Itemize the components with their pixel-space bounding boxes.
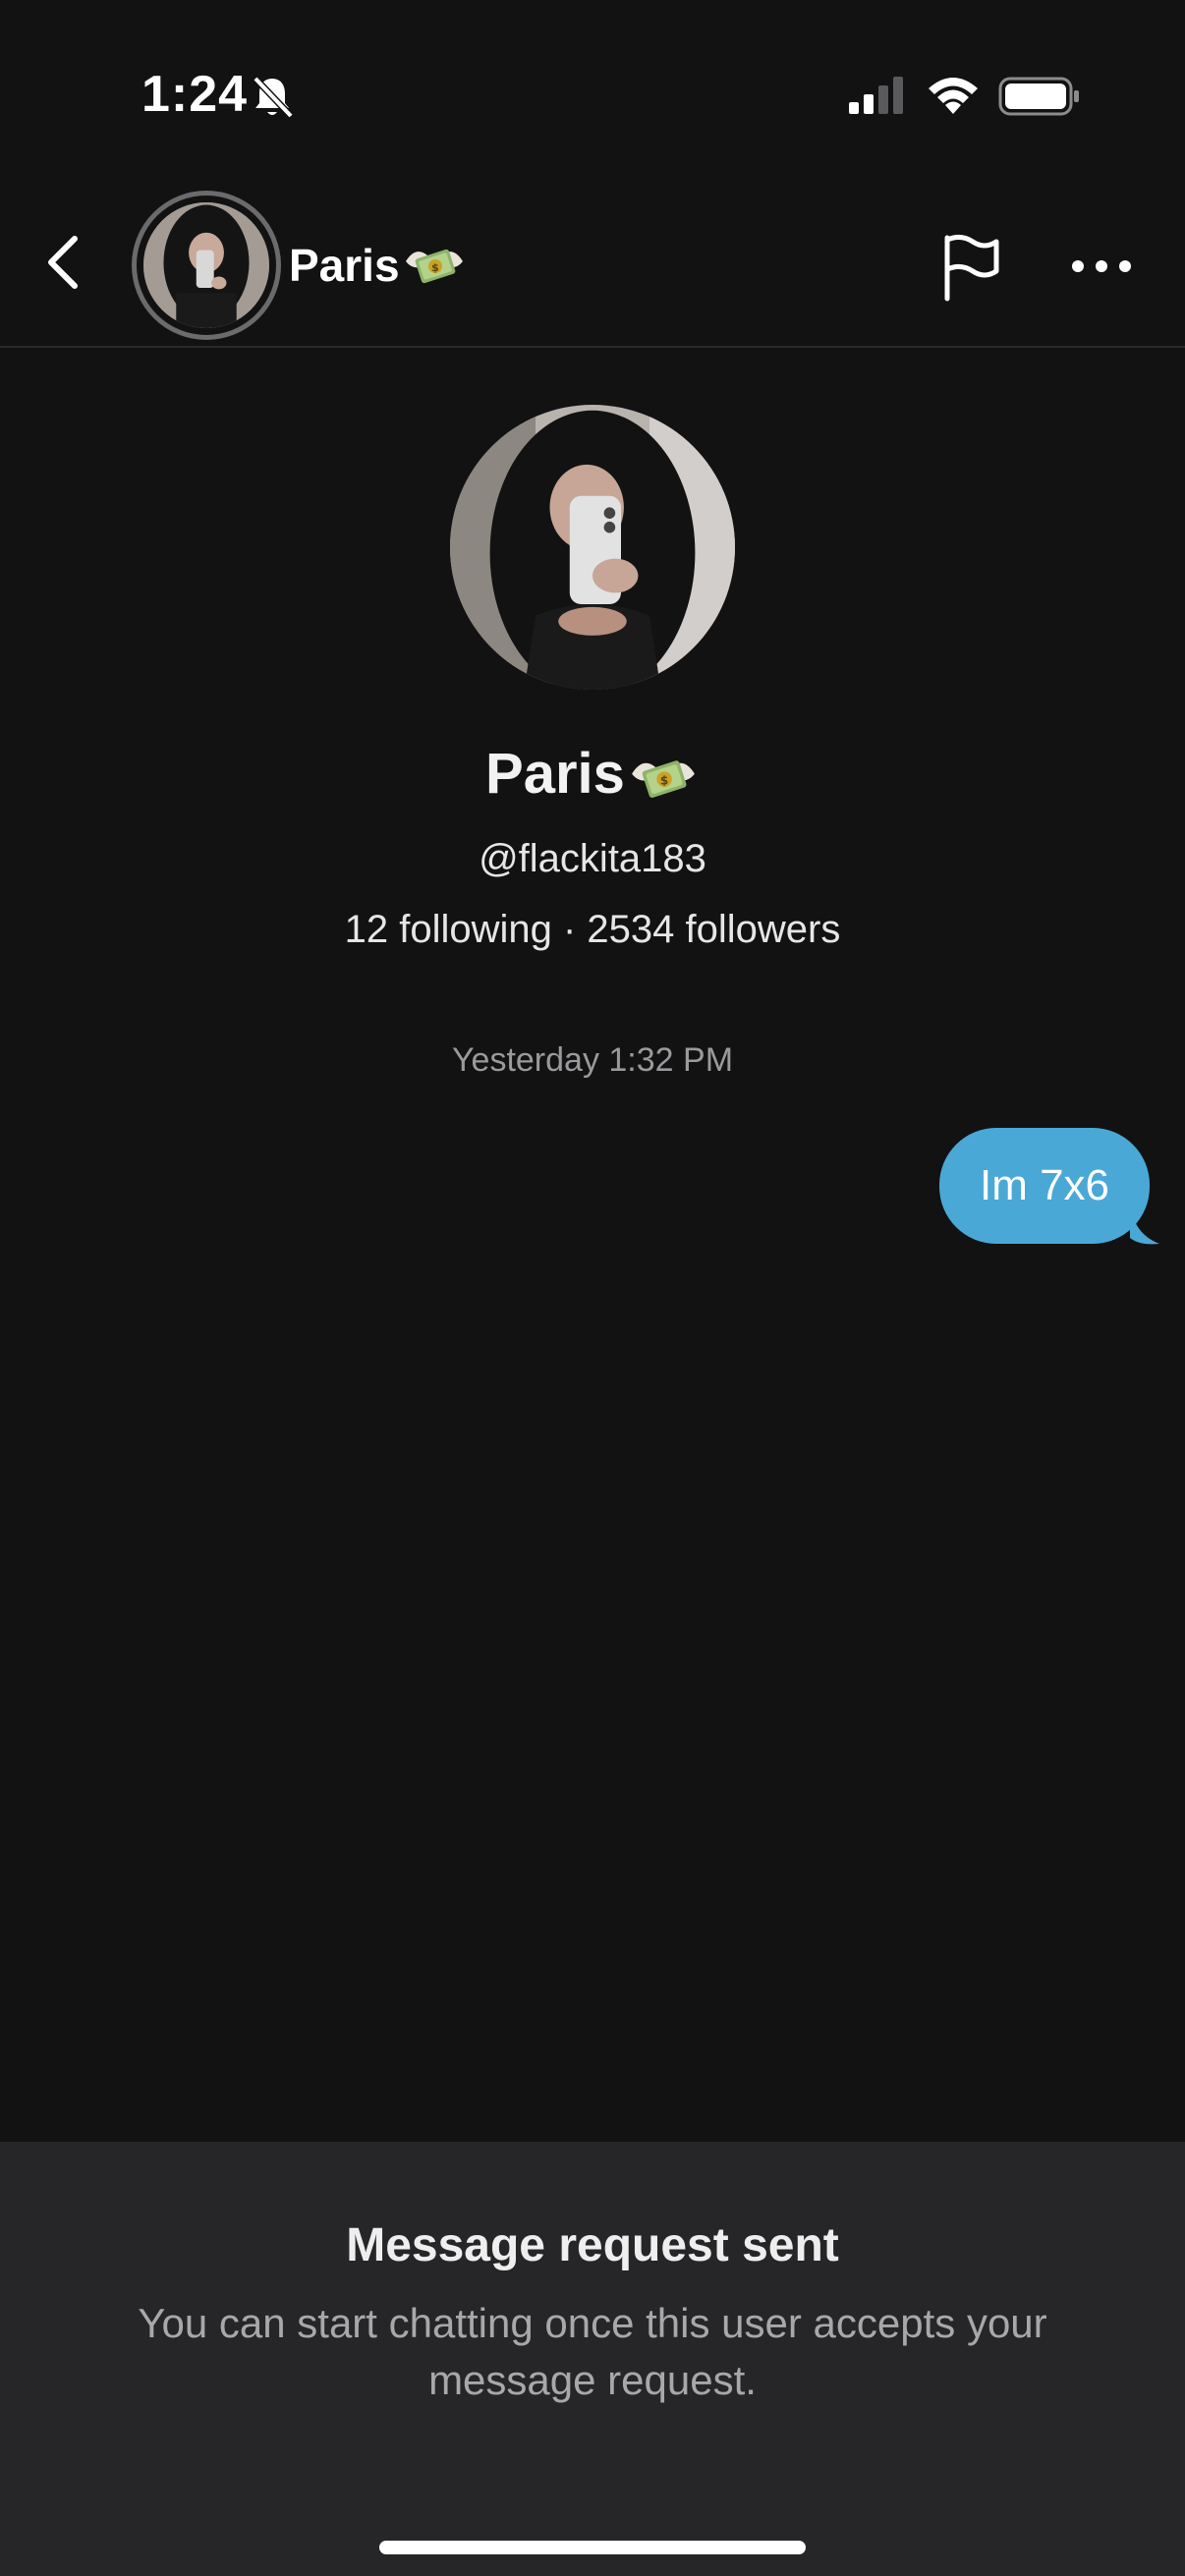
message-request-panel: Message request sent You can start chatt… bbox=[0, 2142, 1185, 2576]
money-with-wings-emoji: $ bbox=[632, 759, 695, 798]
report-flag-button[interactable] bbox=[937, 232, 1004, 303]
profile-avatar[interactable] bbox=[450, 405, 735, 690]
message-timestamp: Yesterday 1:32 PM bbox=[451, 1041, 734, 1079]
avatar-photo bbox=[143, 202, 269, 328]
flag-icon bbox=[944, 234, 999, 302]
request-title: Message request sent bbox=[346, 2219, 839, 2271]
bubble-tail bbox=[1130, 1204, 1159, 1245]
home-indicator[interactable] bbox=[379, 2541, 806, 2554]
more-horizontal-icon bbox=[1072, 260, 1131, 272]
status-bar: 1:24 bbox=[0, 0, 1185, 167]
profile-photo bbox=[450, 405, 735, 690]
profile-stats: 12 following · 2534 followers bbox=[344, 908, 841, 951]
request-body: You can start chatting once this user ac… bbox=[138, 2300, 1047, 2403]
wifi-icon bbox=[929, 78, 978, 114]
status-time: 1:24 bbox=[141, 66, 249, 123]
svg-text:$: $ bbox=[431, 261, 439, 274]
chat-header: Paris $ bbox=[0, 177, 1185, 348]
profile-handle: @flackita183 bbox=[479, 837, 706, 880]
dm-screen: 1:24 Paris $ Paris $ @flackita183 12 fol… bbox=[0, 0, 1185, 2576]
message-text: Im 7x6 bbox=[979, 1161, 1110, 1209]
more-options-button[interactable] bbox=[1071, 252, 1132, 281]
bell-slash-icon bbox=[253, 76, 294, 119]
svg-text:$: $ bbox=[660, 773, 668, 787]
battery-icon bbox=[998, 77, 1079, 116]
header-username[interactable]: Paris $ bbox=[289, 236, 467, 295]
money-with-wings-emoji: $ bbox=[405, 249, 463, 284]
cellular-signal-icon bbox=[849, 77, 903, 114]
chevron-left-icon bbox=[48, 236, 78, 289]
sent-message-bubble[interactable]: Im 7x6 bbox=[939, 1128, 1150, 1244]
back-button[interactable] bbox=[35, 230, 90, 295]
profile-name: Paris $ bbox=[0, 741, 1185, 811]
header-avatar[interactable] bbox=[132, 191, 281, 340]
